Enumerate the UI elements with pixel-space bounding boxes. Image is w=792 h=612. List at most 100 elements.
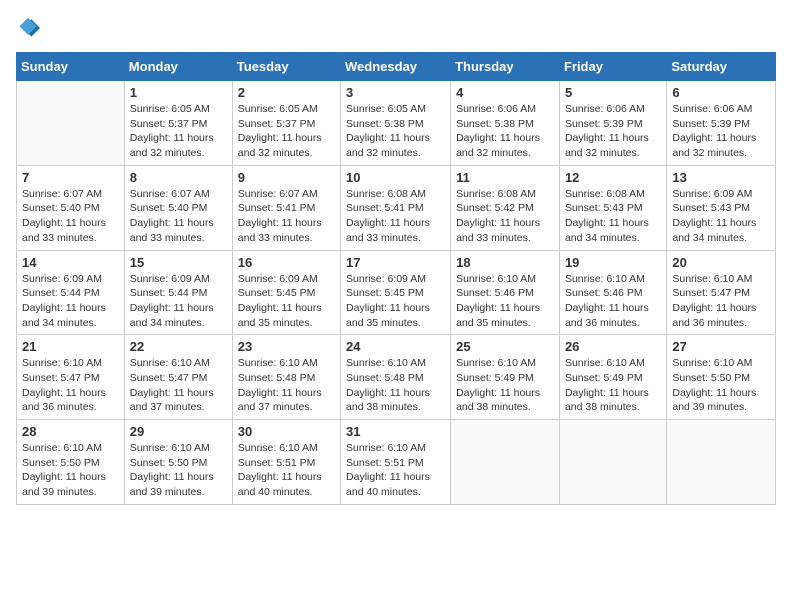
day-header-saturday: Saturday <box>667 53 776 81</box>
day-number: 17 <box>346 255 445 270</box>
day-info: Sunrise: 6:10 AMSunset: 5:48 PMDaylight:… <box>238 356 335 415</box>
day-info: Sunrise: 6:09 AMSunset: 5:45 PMDaylight:… <box>346 272 445 331</box>
day-number: 20 <box>672 255 770 270</box>
calendar-cell: 2 Sunrise: 6:05 AMSunset: 5:37 PMDaylight… <box>232 81 340 166</box>
day-number: 3 <box>346 85 445 100</box>
day-number: 13 <box>672 170 770 185</box>
day-number: 9 <box>238 170 335 185</box>
calendar-cell: 6 Sunrise: 6:06 AMSunset: 5:39 PMDaylight… <box>667 81 776 166</box>
calendar-table: SundayMondayTuesdayWednesdayThursdayFrid… <box>16 52 776 505</box>
calendar-cell <box>667 420 776 505</box>
calendar-cell <box>559 420 666 505</box>
calendar-cell: 31Sunrise: 6:10 AMSunset: 5:51 PMDayligh… <box>341 420 451 505</box>
day-info: Sunrise: 6:05 AMSunset: 5:38 PMDaylight:… <box>346 102 445 161</box>
calendar-cell <box>451 420 560 505</box>
day-number: 29 <box>130 424 227 439</box>
day-number: 26 <box>565 339 661 354</box>
day-number: 8 <box>130 170 227 185</box>
calendar-week-row: 14 Sunrise: 6:09 AMSunset: 5:44 PMDayligh… <box>17 250 776 335</box>
calendar-cell: 20 Sunrise: 6:10 AMSunset: 5:47 PMDayligh… <box>667 250 776 335</box>
day-number: 27 <box>672 339 770 354</box>
calendar-cell: 21 Sunrise: 6:10 AMSunset: 5:47 PMDayligh… <box>17 335 125 420</box>
day-info: Sunrise: 6:10 AMSunset: 5:50 PMDaylight:… <box>22 441 119 500</box>
calendar-cell: 28 Sunrise: 6:10 AMSunset: 5:50 PMDayligh… <box>17 420 125 505</box>
day-number: 2 <box>238 85 335 100</box>
day-number: 30 <box>238 424 335 439</box>
calendar-cell: 12 Sunrise: 6:08 AMSunset: 5:43 PMDayligh… <box>559 165 666 250</box>
day-info: Sunrise: 6:08 AMSunset: 5:42 PMDaylight:… <box>456 187 554 246</box>
day-number: 7 <box>22 170 119 185</box>
day-info: Sunrise: 6:10 AMSunset: 5:47 PMDaylight:… <box>22 356 119 415</box>
day-number: 18 <box>456 255 554 270</box>
day-number: 14 <box>22 255 119 270</box>
day-info: Sunrise: 6:10 AMSunset: 5:47 PMDaylight:… <box>672 272 770 331</box>
day-info: Sunrise: 6:08 AMSunset: 5:41 PMDaylight:… <box>346 187 445 246</box>
calendar-cell: 1 Sunrise: 6:05 AMSunset: 5:37 PMDaylight… <box>124 81 232 166</box>
calendar-cell: 22Sunrise: 6:10 AMSunset: 5:47 PMDayligh… <box>124 335 232 420</box>
day-info: Sunrise: 6:10 AMSunset: 5:46 PMDaylight:… <box>565 272 661 331</box>
calendar-cell: 19Sunrise: 6:10 AMSunset: 5:46 PMDayligh… <box>559 250 666 335</box>
day-number: 16 <box>238 255 335 270</box>
logo-icon <box>16 16 40 40</box>
day-number: 1 <box>130 85 227 100</box>
day-info: Sunrise: 6:10 AMSunset: 5:46 PMDaylight:… <box>456 272 554 331</box>
day-info: Sunrise: 6:10 AMSunset: 5:50 PMDaylight:… <box>672 356 770 415</box>
day-info: Sunrise: 6:05 AMSunset: 5:37 PMDaylight:… <box>238 102 335 161</box>
calendar-cell: 14 Sunrise: 6:09 AMSunset: 5:44 PMDayligh… <box>17 250 125 335</box>
day-info: Sunrise: 6:05 AMSunset: 5:37 PMDaylight:… <box>130 102 227 161</box>
calendar-cell: 29 Sunrise: 6:10 AMSunset: 5:50 PMDayligh… <box>124 420 232 505</box>
day-header-thursday: Thursday <box>451 53 560 81</box>
calendar-cell: 5Sunrise: 6:06 AMSunset: 5:39 PMDaylight… <box>559 81 666 166</box>
day-info: Sunrise: 6:06 AMSunset: 5:39 PMDaylight:… <box>672 102 770 161</box>
day-number: 31 <box>346 424 445 439</box>
calendar-week-row: 21 Sunrise: 6:10 AMSunset: 5:47 PMDayligh… <box>17 335 776 420</box>
calendar-cell: 10 Sunrise: 6:08 AMSunset: 5:41 PMDayligh… <box>341 165 451 250</box>
day-number: 25 <box>456 339 554 354</box>
calendar-week-row: 1 Sunrise: 6:05 AMSunset: 5:37 PMDaylight… <box>17 81 776 166</box>
day-info: Sunrise: 6:07 AMSunset: 5:40 PMDaylight:… <box>130 187 227 246</box>
calendar-week-row: 28 Sunrise: 6:10 AMSunset: 5:50 PMDayligh… <box>17 420 776 505</box>
calendar-cell: 13 Sunrise: 6:09 AMSunset: 5:43 PMDayligh… <box>667 165 776 250</box>
day-info: Sunrise: 6:10 AMSunset: 5:51 PMDaylight:… <box>238 441 335 500</box>
calendar-cell: 30 Sunrise: 6:10 AMSunset: 5:51 PMDayligh… <box>232 420 340 505</box>
calendar-cell: 8 Sunrise: 6:07 AMSunset: 5:40 PMDaylight… <box>124 165 232 250</box>
page-header <box>16 16 776 40</box>
day-number: 24 <box>346 339 445 354</box>
day-header-wednesday: Wednesday <box>341 53 451 81</box>
calendar-cell: 9Sunrise: 6:07 AMSunset: 5:41 PMDaylight… <box>232 165 340 250</box>
day-info: Sunrise: 6:07 AMSunset: 5:40 PMDaylight:… <box>22 187 119 246</box>
day-info: Sunrise: 6:09 AMSunset: 5:43 PMDaylight:… <box>672 187 770 246</box>
calendar-cell: 3 Sunrise: 6:05 AMSunset: 5:38 PMDaylight… <box>341 81 451 166</box>
day-header-friday: Friday <box>559 53 666 81</box>
logo <box>16 16 44 40</box>
calendar-cell: 15Sunrise: 6:09 AMSunset: 5:44 PMDayligh… <box>124 250 232 335</box>
day-info: Sunrise: 6:10 AMSunset: 5:50 PMDaylight:… <box>130 441 227 500</box>
calendar-cell: 4Sunrise: 6:06 AMSunset: 5:38 PMDaylight… <box>451 81 560 166</box>
calendar-cell: 18 Sunrise: 6:10 AMSunset: 5:46 PMDayligh… <box>451 250 560 335</box>
calendar-cell: 26 Sunrise: 6:10 AMSunset: 5:49 PMDayligh… <box>559 335 666 420</box>
day-number: 10 <box>346 170 445 185</box>
day-number: 15 <box>130 255 227 270</box>
day-info: Sunrise: 6:10 AMSunset: 5:48 PMDaylight:… <box>346 356 445 415</box>
day-header-tuesday: Tuesday <box>232 53 340 81</box>
day-number: 12 <box>565 170 661 185</box>
day-number: 22 <box>130 339 227 354</box>
day-info: Sunrise: 6:10 AMSunset: 5:49 PMDaylight:… <box>456 356 554 415</box>
calendar-cell: 7 Sunrise: 6:07 AMSunset: 5:40 PMDaylight… <box>17 165 125 250</box>
day-header-sunday: Sunday <box>17 53 125 81</box>
day-number: 28 <box>22 424 119 439</box>
day-number: 6 <box>672 85 770 100</box>
calendar-cell: 25 Sunrise: 6:10 AMSunset: 5:49 PMDayligh… <box>451 335 560 420</box>
calendar-header-row: SundayMondayTuesdayWednesdayThursdayFrid… <box>17 53 776 81</box>
day-info: Sunrise: 6:10 AMSunset: 5:49 PMDaylight:… <box>565 356 661 415</box>
day-info: Sunrise: 6:08 AMSunset: 5:43 PMDaylight:… <box>565 187 661 246</box>
day-number: 4 <box>456 85 554 100</box>
day-info: Sunrise: 6:09 AMSunset: 5:44 PMDaylight:… <box>22 272 119 331</box>
calendar-cell: 17 Sunrise: 6:09 AMSunset: 5:45 PMDayligh… <box>341 250 451 335</box>
day-number: 23 <box>238 339 335 354</box>
calendar-cell: 27 Sunrise: 6:10 AMSunset: 5:50 PMDayligh… <box>667 335 776 420</box>
day-number: 5 <box>565 85 661 100</box>
calendar-week-row: 7 Sunrise: 6:07 AMSunset: 5:40 PMDaylight… <box>17 165 776 250</box>
day-number: 21 <box>22 339 119 354</box>
calendar-cell: 23 Sunrise: 6:10 AMSunset: 5:48 PMDayligh… <box>232 335 340 420</box>
